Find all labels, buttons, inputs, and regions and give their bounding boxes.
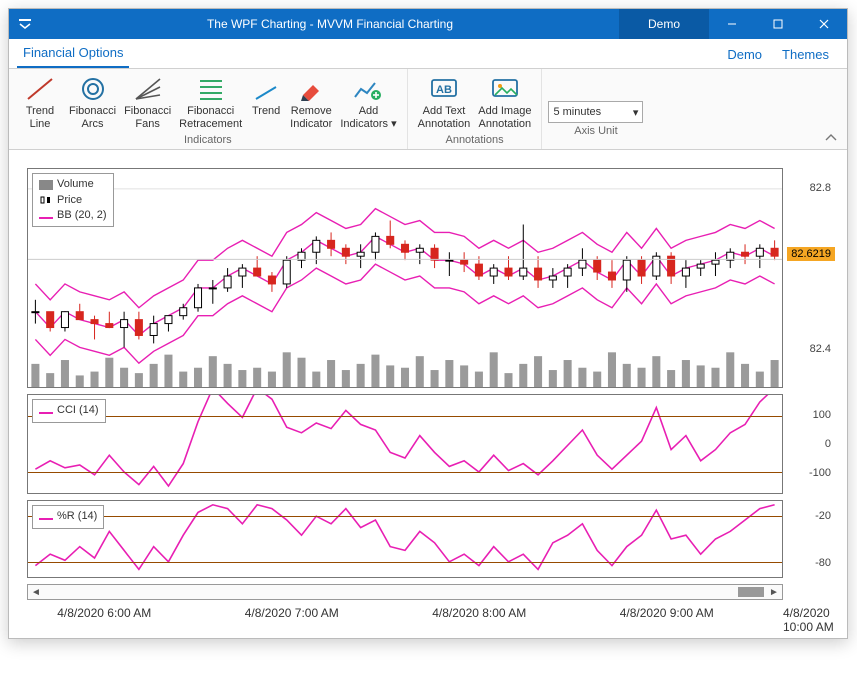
r-chart-svg <box>28 501 782 577</box>
group-indicators: Trend Line Fibonacci Arcs Fibonacci Fans… <box>9 69 408 149</box>
window-title: The WPF Charting - MVVM Financial Charti… <box>41 9 619 39</box>
ribbon-collapse-button[interactable] <box>825 133 837 145</box>
add-indicators-button[interactable]: Add Indicators ▾ <box>336 73 400 132</box>
scroll-right-button[interactable]: ► <box>766 587 782 598</box>
y-tick-label: -80 <box>815 557 831 569</box>
svg-text:AB: AB <box>436 84 452 96</box>
scroll-left-button[interactable]: ◄ <box>28 587 44 598</box>
remove-indicator-button[interactable]: Remove Indicator <box>286 73 336 132</box>
image-annotation-icon <box>489 75 521 103</box>
group-annotations-label: Annotations <box>445 132 503 149</box>
tab-financial-options[interactable]: Financial Options <box>17 39 129 68</box>
legend-r-label: %R (14) <box>57 509 97 524</box>
main-legend: Volume Price BB (20, 2) <box>32 173 114 227</box>
y-tick-label: 82.4 <box>810 343 831 355</box>
legend-bb-label: BB (20, 2) <box>57 208 107 223</box>
group-indicators-label: Indicators <box>184 132 232 149</box>
x-axis-row: 4/8/2020 6:00 AM 4/8/2020 7:00 AM 4/8/2020… <box>27 606 835 624</box>
minimize-button[interactable] <box>709 9 755 39</box>
add-indicators-icon <box>352 75 384 103</box>
price-y-axis: 82.8 82.4 82.6219 <box>783 168 835 388</box>
fibonacci-retracement-label: Fibonacci Retracement <box>179 105 242 130</box>
y-tick-label: -20 <box>815 510 831 522</box>
fibonacci-fans-icon <box>132 75 164 103</box>
ribbon: Trend Line Fibonacci Arcs Fibonacci Fans… <box>9 69 847 150</box>
trend-line-label: Trend Line <box>26 105 54 130</box>
link-demo[interactable]: Demo <box>717 41 772 68</box>
scrollbar-row: ◄ ► <box>27 584 835 600</box>
axis-unit-select[interactable]: 5 minutes ▾ <box>548 101 643 123</box>
quick-access-dropdown[interactable] <box>9 9 41 39</box>
trend-label: Trend <box>252 105 280 118</box>
fibonacci-arcs-button[interactable]: Fibonacci Arcs <box>65 73 120 132</box>
fibonacci-arcs-icon <box>77 75 109 103</box>
add-indicators-label: Add Indicators <box>340 105 388 130</box>
trend-icon <box>250 75 282 103</box>
r-pane: %R (14) -20 -80 <box>27 500 835 578</box>
r-legend: %R (14) <box>32 505 104 528</box>
price-pane: Volume Price BB (20, 2) 82.8 82.4 82.621… <box>27 168 835 388</box>
add-text-annotation-label: Add Text Annotation <box>418 105 471 130</box>
link-themes[interactable]: Themes <box>772 41 839 68</box>
x-tick-label: 4/8/2020 10:00 AM <box>783 606 835 634</box>
add-image-annotation-label: Add Image Annotation <box>478 105 531 130</box>
r-y-axis: -20 -80 <box>783 500 835 578</box>
text-annotation-icon: AB <box>428 75 460 103</box>
add-text-annotation-button[interactable]: AB Add Text Annotation <box>414 73 475 132</box>
y-tick-label: -100 <box>809 467 831 479</box>
price-plot[interactable]: Volume Price BB (20, 2) <box>27 168 783 388</box>
x-tick-label: 4/8/2020 6:00 AM <box>57 606 151 620</box>
x-axis: 4/8/2020 6:00 AM 4/8/2020 7:00 AM 4/8/2020… <box>27 606 783 624</box>
x-tick-label: 4/8/2020 9:00 AM <box>620 606 714 620</box>
legend-volume-label: Volume <box>57 177 94 192</box>
y-tick-label: 82.8 <box>810 182 831 194</box>
cci-legend: CCI (14) <box>32 399 106 422</box>
fibonacci-retracement-icon <box>195 75 227 103</box>
close-button[interactable] <box>801 9 847 39</box>
x-tick-label: 4/8/2020 7:00 AM <box>245 606 339 620</box>
remove-indicator-label: Remove Indicator <box>290 105 332 130</box>
r-plot[interactable]: %R (14) <box>27 500 783 578</box>
eraser-icon <box>295 75 327 103</box>
group-axis-unit: 5 minutes ▾ Axis Unit <box>542 69 649 149</box>
scroll-thumb[interactable] <box>738 587 764 597</box>
axis-unit-value: 5 minutes <box>553 106 601 118</box>
scroll-track[interactable] <box>44 585 766 599</box>
trend-line-button[interactable]: Trend Line <box>15 73 65 132</box>
chart-host: Volume Price BB (20, 2) 82.8 82.4 82.621… <box>9 150 847 638</box>
chevron-down-icon: ▾ <box>633 106 639 119</box>
ribbon-tab-strip: Financial Options Demo Themes <box>9 39 847 69</box>
group-annotations: AB Add Text Annotation Add Image Annotat… <box>408 69 543 149</box>
legend-cci-label: CCI (14) <box>57 403 99 418</box>
y-tick-label: 100 <box>813 409 831 421</box>
price-chart-svg <box>28 169 782 387</box>
candlestick-icon <box>39 195 53 205</box>
fibonacci-arcs-label: Fibonacci Arcs <box>69 105 116 130</box>
cci-chart-svg <box>28 395 782 493</box>
app-window: The WPF Charting - MVVM Financial Charti… <box>8 8 848 639</box>
x-tick-label: 4/8/2020 8:00 AM <box>432 606 526 620</box>
fibonacci-retracement-button[interactable]: Fibonacci Retracement <box>175 73 246 132</box>
cci-pane: CCI (14) 100 0 -100 <box>27 394 835 494</box>
fibonacci-fans-label: Fibonacci Fans <box>124 105 171 130</box>
horizontal-scrollbar[interactable]: ◄ ► <box>27 584 783 600</box>
maximize-button[interactable] <box>755 9 801 39</box>
group-axis-unit-label: Axis Unit <box>574 123 617 140</box>
cci-plot[interactable]: CCI (14) <box>27 394 783 494</box>
backstage-demo-tab[interactable]: Demo <box>619 9 709 39</box>
y-tick-label: 0 <box>825 438 831 450</box>
trend-button[interactable]: Trend <box>246 73 286 120</box>
legend-price-label: Price <box>57 193 82 208</box>
current-price-tag: 82.6219 <box>787 247 835 261</box>
title-bar: The WPF Charting - MVVM Financial Charti… <box>9 9 847 39</box>
chevron-down-icon: ▾ <box>391 118 397 130</box>
add-image-annotation-button[interactable]: Add Image Annotation <box>474 73 535 132</box>
fibonacci-fans-button[interactable]: Fibonacci Fans <box>120 73 175 132</box>
cci-y-axis: 100 0 -100 <box>783 394 835 494</box>
trend-line-icon <box>24 75 56 103</box>
